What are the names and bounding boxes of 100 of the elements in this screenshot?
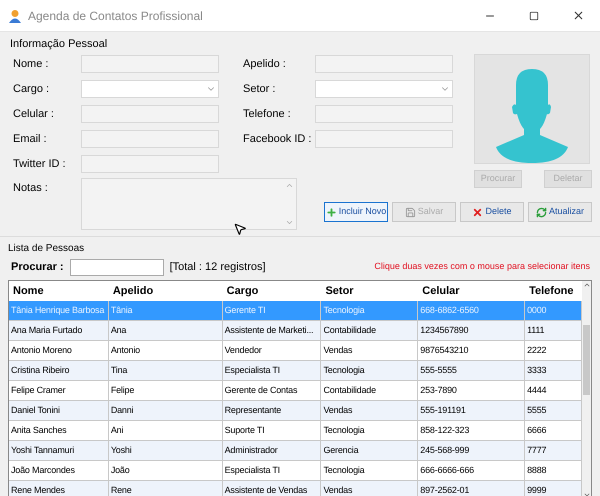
input-field[interactable] [315,55,453,73]
table-cell: Cristina Ribeiro [9,361,109,380]
table-cell: 666-6666-666 [418,461,526,480]
table-cell: Representante [222,401,322,420]
table-row[interactable]: Anita Sanches Ani Suporte TI Tecnologia 858-122-323 6666 [9,421,582,441]
field-label: Email : [13,132,48,147]
table-cell: Danni [108,401,223,420]
close-icon [572,9,584,22]
table-cell: Anita Sanches [9,421,109,440]
x-icon [472,206,484,218]
table-cell: Contabilidade [321,321,418,340]
maximize-icon [529,10,539,20]
table-cell: Rene [108,481,223,496]
column-header[interactable]: Setor [321,282,418,300]
table-cell: 555-191191 [418,401,526,420]
table-cell: Yoshi Tannamuri [9,441,109,460]
action-button[interactable]: Delete [460,202,524,222]
table-cell: Assistente de Vendas [222,481,322,496]
input-field[interactable] [81,105,219,123]
table-cell: Felipe [108,381,223,400]
field-label: Twitter ID : [13,156,67,172]
table-cell: Ani [108,421,223,440]
table-cell: 555-5555 [418,361,526,380]
table-cell: Tânia [108,301,223,320]
table-cell: Ana Maria Furtado [9,321,109,340]
table-cell: Tecnologia [321,361,418,380]
hint-text: Clique duas vezes com o mouse para selecionar itens [374,260,590,274]
table-cell: Ana [108,321,223,340]
floppy-icon [404,206,416,218]
table-cell: Especialista TI [222,461,322,480]
table-cell: Tecnologia [321,461,418,480]
action-button[interactable]: Atualizar [528,202,592,222]
field-label: Notas : [13,181,49,196]
table-row[interactable]: João Marcondes João Especialista TI Tecnologia 666-6666-666 8888 [9,461,582,481]
mouse-cursor-icon [233,222,247,236]
table-row[interactable]: Felipe Cramer Felipe Gerente de Contas Contabilidade 253-7890 4444 [9,381,582,401]
input-field[interactable] [315,130,453,148]
table-cell: 253-7890 [418,381,526,400]
table-cell: Suporte TI [222,421,322,440]
column-header[interactable]: Telefone [525,282,582,300]
plus-icon [326,206,337,218]
table-cell: Tânia Henrique Barbosa [9,301,109,320]
table-row[interactable]: Yoshi Tannamuri Yoshi Administrador Gerencia 245-568-999 7777 [9,441,582,461]
table-cell: Gerente de Contas [222,381,322,400]
scroll-up-icon [285,181,294,190]
dropdown[interactable] [315,80,453,98]
field-label: Facebook ID : [243,132,312,147]
column-header[interactable]: Nome [9,282,109,300]
column-header[interactable]: Apelido [108,282,223,300]
table-cell: Assistente de Marketi... [222,321,322,340]
notes-field[interactable] [81,178,297,230]
table-cell: 9876543210 [418,341,526,360]
scroll-down-icon [285,218,294,227]
table-row[interactable]: Rene Mendes Rene Assistente de Vendas Vendas 897-2562-01 9999 [9,481,582,496]
column-header[interactable]: Cargo [222,282,322,300]
table-cell: 858-122-323 [418,421,526,440]
table-cell: Daniel Tonini [9,401,109,420]
table-cell: Felipe Cramer [9,381,109,400]
table-row[interactable]: Antonio Moreno Antonio Vendedor Vendas 9876543210 2222 [9,341,582,361]
table-cell: Vendas [321,341,418,360]
table-cell: Vendedor [222,341,322,360]
refresh-icon [536,206,547,218]
table-cell: Gerente TI [222,301,322,320]
table-cell: Gerencia [321,441,418,460]
table-cell: João Marcondes [9,461,109,480]
input-field[interactable] [315,105,453,123]
table-row[interactable]: Cristina Ribeiro Tina Especialista TI Tecnologia 555-5555 3333 [9,361,582,381]
field-label: Apelido : [243,56,287,72]
section-title: Lista de Pessoas [8,242,86,255]
input-field[interactable] [81,155,219,173]
table-cell: 897-2562-01 [418,481,526,496]
field-label: Telefone : [243,106,292,122]
table-cell: Yoshi [108,441,223,460]
field-label: Cargo : [13,82,50,97]
contact-icon [8,8,22,22]
table-cell: Rene Mendes [9,481,109,496]
table-cell: Antonio Moreno [9,341,109,360]
table-cell: Vendas [321,481,418,496]
field-label: Setor : [243,82,276,97]
table-cell: 668-6862-6560 [418,301,526,320]
table-row[interactable]: Daniel Tonini Danni Representante Vendas 555-191191 5555 [9,401,582,421]
table-cell: Vendas [321,401,418,420]
table-cell: João [108,461,223,480]
table-row[interactable]: Ana Maria Furtado Ana Assistente de Marketi... Contabilidade 1234567890 1111 [9,321,582,341]
scrollbar[interactable] [582,281,591,496]
table-cell: 245-568-999 [418,441,526,460]
column-header[interactable]: Celular [418,282,526,300]
dropdown[interactable] [81,80,219,98]
input-field[interactable] [81,55,219,73]
table-cell: 1234567890 [418,321,526,340]
table-cell: Antonio [108,341,223,360]
total-count: [Total : 12 registros] [170,260,266,275]
window-title: Agenda de Contatos Profissional [28,8,203,24]
input-field[interactable] [81,130,219,148]
field-label: Celular : [13,106,55,122]
action-button[interactable]: Incluir Novo [324,202,388,222]
search-field[interactable] [70,258,164,276]
search-label: Procurar : [11,260,64,275]
table-cell: Tecnologia [321,301,418,320]
scroll-up-icon[interactable] [582,281,590,289]
